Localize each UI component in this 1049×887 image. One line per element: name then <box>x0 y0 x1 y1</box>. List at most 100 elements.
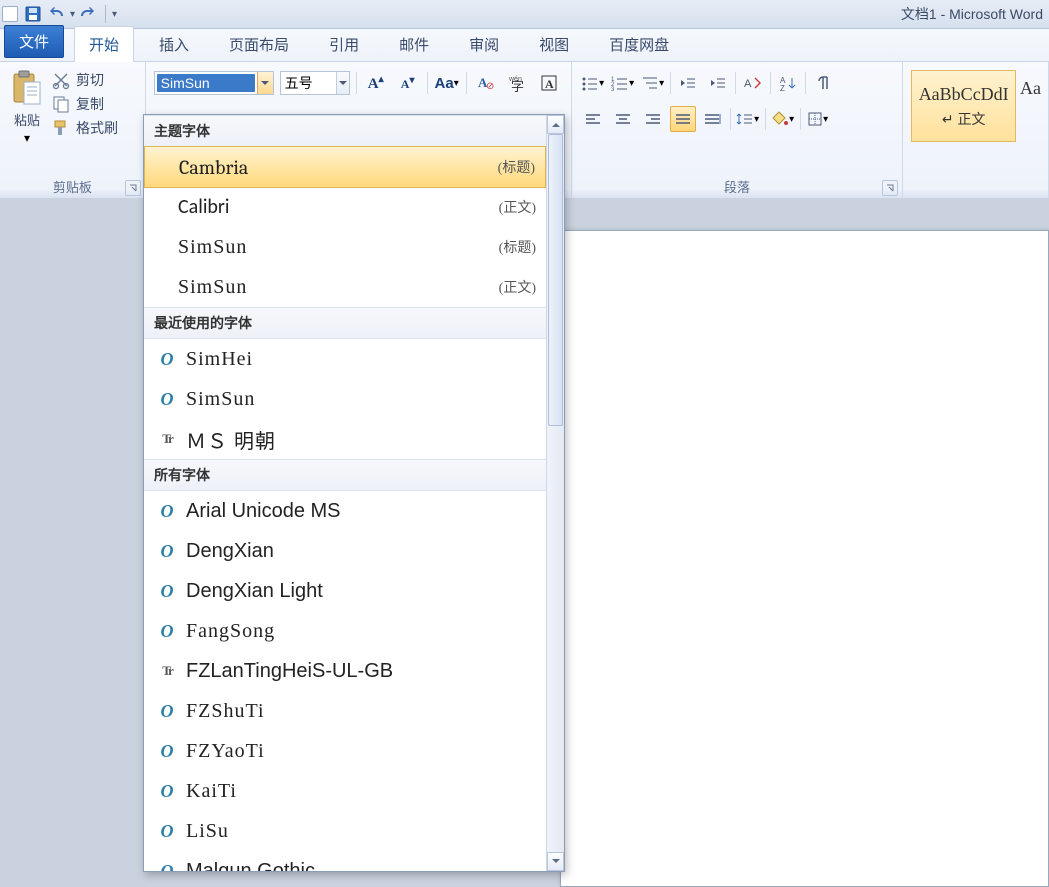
font-name-input[interactable] <box>157 74 255 92</box>
character-border-button[interactable]: A <box>537 70 563 96</box>
clipboard-launcher[interactable] <box>125 180 141 196</box>
font-list-scrollbar[interactable] <box>546 115 564 871</box>
shrink-font-button[interactable]: A▾ <box>395 70 421 96</box>
align-center-button[interactable] <box>610 106 636 132</box>
tab-view[interactable]: 视图 <box>524 26 584 61</box>
font-item[interactable]: SimSun(标题) <box>144 227 546 267</box>
tab-layout[interactable]: 页面布局 <box>214 26 304 61</box>
change-case-button[interactable]: Aa▾ <box>434 70 460 96</box>
align-right-button[interactable] <box>640 106 666 132</box>
font-name-dropdown[interactable] <box>257 72 273 94</box>
font-item[interactable]: ODengXian Light <box>144 571 546 611</box>
paste-dropdown[interactable]: ▾ <box>24 131 30 145</box>
bullets-button[interactable]: ▾ <box>580 70 606 96</box>
font-name: SimSun <box>178 236 247 259</box>
separator <box>735 72 736 94</box>
font-item[interactable]: OSimSun <box>144 379 546 419</box>
cut-button[interactable]: 剪切 <box>52 70 118 90</box>
font-size-dropdown[interactable] <box>336 72 348 94</box>
scroll-thumb[interactable] <box>548 134 563 426</box>
font-item[interactable]: OArial Unicode MS <box>144 491 546 531</box>
tab-mail[interactable]: 邮件 <box>384 26 444 61</box>
font-size-combo[interactable] <box>280 71 350 95</box>
separator <box>800 108 801 130</box>
font-list: 主题字体 Cambria(标题)Calibri(正文)SimSun(标题)Sim… <box>144 115 546 871</box>
tab-references[interactable]: 引用 <box>314 26 374 61</box>
align-justify-button[interactable] <box>670 106 696 132</box>
separator <box>670 72 671 94</box>
multilevel-list-button[interactable]: ▾ <box>640 70 666 96</box>
font-item[interactable]: OFZYaoTi <box>144 731 546 771</box>
redo-button[interactable] <box>77 3 99 25</box>
font-item[interactable]: ODengXian <box>144 531 546 571</box>
clipboard-actions: 剪切 复制 格式刷 <box>52 66 118 145</box>
scroll-up-button[interactable] <box>547 115 564 134</box>
font-name: SimHei <box>186 348 253 371</box>
sort-button[interactable]: AZ <box>775 70 801 96</box>
section-all-fonts: 所有字体 <box>144 459 546 491</box>
group-clipboard: 粘贴 ▾ 剪切 复制 格式刷 <box>0 62 146 200</box>
numbering-button[interactable]: 123▾ <box>610 70 636 96</box>
qat-separator <box>105 5 106 23</box>
format-painter-icon <box>52 119 70 137</box>
show-marks-button[interactable] <box>810 70 836 96</box>
font-item[interactable]: TrFZLanTingHeiS-UL-GB <box>144 651 546 691</box>
font-name-combo[interactable] <box>154 71 274 95</box>
undo-button[interactable] <box>46 3 68 25</box>
font-item[interactable]: Cambria(标题) <box>144 146 546 188</box>
svg-text:A: A <box>545 77 554 91</box>
font-item[interactable]: OMalgun Gothic <box>144 851 546 871</box>
tab-review[interactable]: 审阅 <box>454 26 514 61</box>
font-tag: (正文) <box>499 277 536 297</box>
font-name: LiSu <box>186 820 229 843</box>
font-name: FangSong <box>186 620 275 643</box>
system-menu-icon[interactable] <box>2 6 18 22</box>
font-item[interactable]: OFangSong <box>144 611 546 651</box>
decrease-indent-button[interactable] <box>675 70 701 96</box>
clear-formatting-button[interactable]: A⊘ <box>473 70 499 96</box>
separator <box>805 72 806 94</box>
distributed-button[interactable] <box>700 106 726 132</box>
paragraph-row-1: ▾ 123▾ ▾ A AZ <box>580 70 895 96</box>
scroll-track[interactable] <box>547 134 564 852</box>
svg-text:Z: Z <box>780 84 785 93</box>
truetype-icon: Tr <box>162 431 171 447</box>
shading-button[interactable]: ▾ <box>770 106 796 132</box>
borders-button[interactable]: ▾ <box>805 106 831 132</box>
section-recent-fonts: 最近使用的字体 <box>144 307 546 339</box>
font-name: KaiTi <box>186 780 237 803</box>
clipboard-group-label: 剪贴板 <box>8 174 137 198</box>
increase-indent-button[interactable] <box>705 70 731 96</box>
phonetic-guide-button[interactable]: wén字 <box>505 70 531 96</box>
paragraph-launcher[interactable] <box>882 180 898 196</box>
scroll-down-button[interactable] <box>547 852 564 871</box>
font-tag: (正文) <box>499 197 536 217</box>
text-direction-button[interactable]: A <box>740 70 766 96</box>
copy-button[interactable]: 复制 <box>52 94 118 114</box>
tab-home[interactable]: 开始 <box>74 26 134 62</box>
format-painter-button[interactable]: 格式刷 <box>52 118 118 138</box>
font-item[interactable]: SimSun(正文) <box>144 267 546 307</box>
save-button[interactable] <box>22 3 44 25</box>
align-left-button[interactable] <box>580 106 606 132</box>
tab-insert[interactable]: 插入 <box>144 26 204 61</box>
font-item[interactable]: OSimHei <box>144 339 546 379</box>
font-item[interactable]: OLiSu <box>144 811 546 851</box>
window-title: 文档1 - Microsoft Word <box>117 4 1049 24</box>
style-name: ↵ 正文 <box>942 109 986 129</box>
font-size-input[interactable] <box>281 75 337 91</box>
font-item[interactable]: OFZShuTi <box>144 691 546 731</box>
style-normal[interactable]: AaBbCcDdI ↵ 正文 <box>911 70 1016 142</box>
undo-dropdown[interactable]: ▾ <box>70 9 75 20</box>
tab-baidu[interactable]: 百度网盘 <box>594 26 684 61</box>
line-spacing-button[interactable]: ▾ <box>735 106 761 132</box>
separator <box>765 108 766 130</box>
font-item[interactable]: OKaiTi <box>144 771 546 811</box>
grow-font-button[interactable]: A▴ <box>363 70 389 96</box>
document-page[interactable] <box>560 230 1049 887</box>
font-item[interactable]: Calibri(正文) <box>144 187 546 227</box>
paste-button[interactable]: 粘贴 ▾ <box>8 66 46 145</box>
phonetic-icon: wén字 <box>508 74 528 92</box>
font-item[interactable]: TrＭＳ 明朝 <box>144 419 546 459</box>
tab-file[interactable]: 文件 <box>4 25 64 58</box>
